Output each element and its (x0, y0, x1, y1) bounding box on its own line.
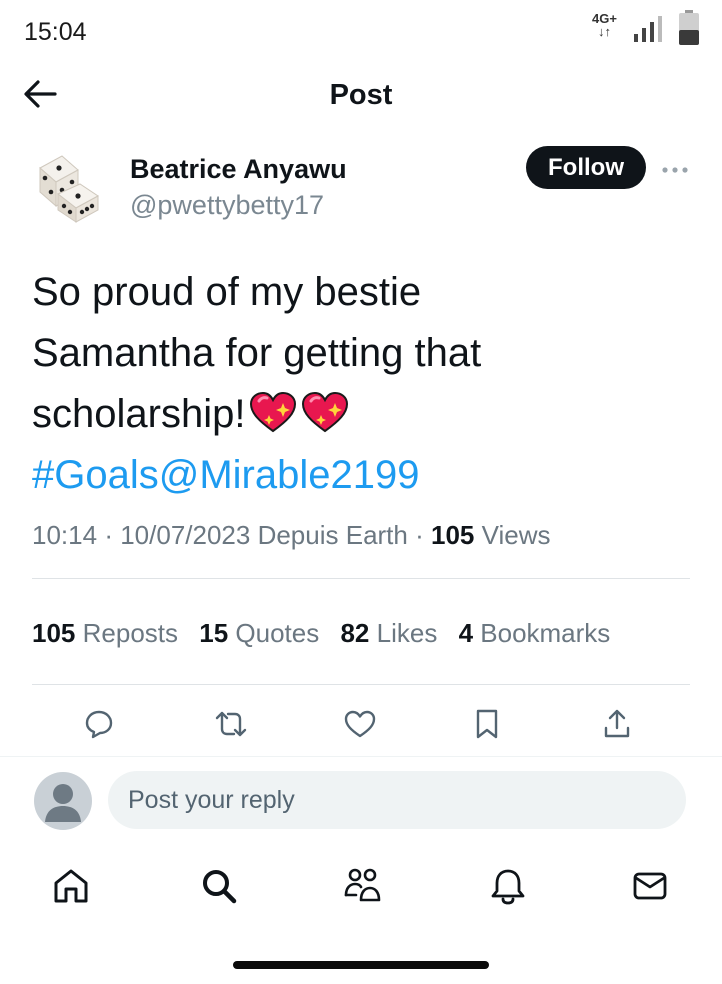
stat-reposts[interactable]: 105 Reposts (32, 618, 178, 648)
like-icon (344, 710, 376, 738)
stat-count: 105 (32, 618, 76, 648)
post-actions (0, 700, 722, 748)
nav-search[interactable] (195, 862, 243, 910)
views-label: Views (481, 520, 551, 550)
stat-label: Bookmarks (480, 618, 611, 648)
default-avatar-icon (45, 784, 81, 822)
nav-notifications[interactable] (484, 862, 532, 910)
signal-icon (634, 16, 662, 42)
search-icon (203, 870, 237, 904)
stat-quotes[interactable]: 15 Quotes (199, 618, 319, 648)
post-meta: 10:14 · 10/07/2023 Depuis Earth · 105 Vi… (32, 520, 551, 551)
reply-icon (85, 710, 113, 739)
heart-icon (302, 391, 349, 433)
communities-icon (344, 868, 381, 902)
follow-button[interactable]: Follow (526, 146, 646, 189)
network-arrows: ↓↑ (597, 24, 611, 39)
notifications-icon (491, 869, 525, 905)
author-name[interactable]: Beatrice Anyawu (130, 154, 347, 185)
meta-separator: · (415, 520, 424, 550)
hashtag-link[interactable]: #Goals@Mirable2199 (32, 445, 692, 506)
nav-communities[interactable] (338, 862, 386, 910)
dice-icon (39, 155, 99, 223)
share-icon (604, 709, 630, 738)
repost-icon (215, 711, 247, 737)
share-button[interactable] (593, 700, 641, 748)
sparkling-heart-emoji (245, 391, 349, 436)
more-icon (662, 167, 688, 173)
post-date-location[interactable]: 10/07/2023 Depuis Earth (120, 520, 408, 550)
views-count[interactable]: 105 (431, 520, 474, 550)
battery-icon (679, 10, 699, 45)
engagement-stats: 105 Reposts 15 Quotes 82 Likes 4 Bookmar… (32, 618, 624, 649)
stat-label: Reposts (82, 618, 179, 648)
status-time: 15:04 (24, 18, 87, 46)
top-app-bar: Post (0, 62, 722, 128)
status-bar: 15:04 4G+ ↓↑ (0, 0, 722, 62)
stat-count: 4 (458, 618, 474, 648)
network-indicator: 4G+ ↓↑ (592, 12, 617, 38)
post-text-line: scholarship! (32, 384, 692, 445)
stat-likes[interactable]: 82 Likes (340, 618, 437, 648)
stat-count: 15 (199, 618, 229, 648)
like-button[interactable] (336, 700, 384, 748)
author-avatar[interactable] (32, 148, 104, 224)
divider (0, 756, 722, 757)
page-title: Post (329, 79, 393, 111)
bookmark-button[interactable] (463, 700, 511, 748)
meta-separator: · (104, 520, 113, 550)
post-time[interactable]: 10:14 (32, 520, 97, 550)
reply-input[interactable] (108, 771, 686, 829)
more-options-button[interactable] (658, 160, 692, 180)
heart-icon (250, 391, 297, 433)
bookmark-icon (476, 709, 498, 739)
messages-icon (633, 872, 667, 900)
repost-button[interactable] (207, 700, 255, 748)
post-text-segment: scholarship! (32, 392, 246, 436)
author-handle[interactable]: @pwettybetty17 (130, 190, 324, 221)
home-icon (54, 869, 88, 903)
nav-home[interactable] (47, 862, 95, 910)
divider (32, 578, 690, 579)
user-avatar[interactable] (34, 772, 92, 830)
stat-bookmarks[interactable]: 4 Bookmarks (459, 618, 611, 648)
post-text-line: Samantha for getting that (32, 331, 482, 375)
home-indicator[interactable] (233, 961, 489, 969)
nav-messages[interactable] (626, 862, 674, 910)
stat-label: Likes (376, 618, 438, 648)
stat-count: 82 (340, 618, 370, 648)
post-text-line: So proud of my bestie (32, 270, 422, 314)
post-text: So proud of my bestie Samantha for getti… (32, 262, 692, 506)
stat-label: Quotes (235, 618, 320, 648)
divider (32, 684, 690, 685)
bottom-nav (0, 856, 722, 916)
reply-button[interactable] (75, 700, 123, 748)
